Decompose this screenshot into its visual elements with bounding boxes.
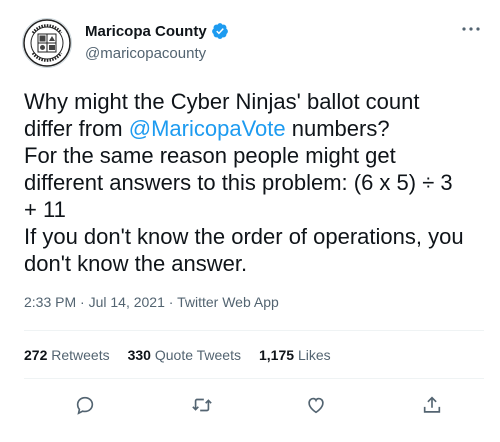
tweet-line: don't know the answer. <box>24 250 494 277</box>
retweet-icon <box>192 398 212 412</box>
share-icon <box>423 396 441 413</box>
tweet-text-segment: If you don't know the order of operation… <box>24 224 464 249</box>
retweet-button[interactable] <box>189 392 215 418</box>
retweets-count: 272 <box>24 347 48 363</box>
likes-label: Likes <box>297 347 331 363</box>
tweet-stats: 272 Retweets 330 Quote Tweets 1,175 Like… <box>24 347 331 363</box>
name-row: Maricopa County <box>85 22 229 40</box>
retweets-stat[interactable]: 272 Retweets <box>24 347 110 363</box>
tweet-source[interactable]: Twitter Web App <box>177 294 279 310</box>
tweet-date[interactable]: Jul 14, 2021 <box>89 294 165 310</box>
reply-button[interactable] <box>72 392 98 418</box>
county-seal-icon <box>23 19 71 67</box>
tweet-actions <box>0 382 500 428</box>
meta-separator: · <box>76 294 89 310</box>
tweet-timestamp[interactable]: 2:33 PM <box>24 294 76 310</box>
tweet-text-segment: + 11 <box>24 197 66 222</box>
quote-tweets-label: Quote Tweets <box>154 347 241 363</box>
avatar[interactable] <box>22 18 72 68</box>
tweet-text-segment: Why might the Cyber Ninjas' ballot count <box>24 89 420 114</box>
tweet-text-segment: don't know the answer. <box>24 251 248 276</box>
retweets-label: Retweets <box>51 347 110 363</box>
tweet-meta: 2:33 PM · Jul 14, 2021 · Twitter Web App <box>24 294 279 310</box>
like-button[interactable] <box>303 392 329 418</box>
quote-tweets-stat[interactable]: 330 Quote Tweets <box>128 347 241 363</box>
heart-icon <box>308 397 324 414</box>
likes-stat[interactable]: 1,175 Likes <box>259 347 331 363</box>
divider <box>24 330 484 331</box>
more-options-icon[interactable] <box>460 22 482 36</box>
tweet-text-segment: numbers? <box>285 116 390 141</box>
mention-link[interactable]: @MaricopaVote <box>129 116 286 141</box>
likes-count: 1,175 <box>259 347 295 363</box>
meta-separator: · <box>164 294 178 310</box>
tweet-text-segment: For the same reason people might get <box>24 143 396 168</box>
tweet-line: different answers to this problem: (6 x … <box>24 169 494 196</box>
tweet-text-segment: differ from <box>24 116 129 141</box>
tweet-line: differ from @MaricopaVote numbers? <box>24 115 494 142</box>
divider <box>24 378 484 379</box>
tweet-line: If you don't know the order of operation… <box>24 223 494 250</box>
reply-icon <box>76 396 94 415</box>
account-handle[interactable]: @maricopacounty <box>85 45 206 62</box>
tweet-text-segment: different answers to this problem: (6 x … <box>24 170 453 195</box>
tweet-text: Why might the Cyber Ninjas' ballot count… <box>24 88 494 277</box>
share-button[interactable] <box>419 392 445 418</box>
tweet-card: Maricopa County @maricopacounty Why migh… <box>0 0 500 442</box>
quote-tweets-count: 330 <box>127 347 151 363</box>
tweet-line: Why might the Cyber Ninjas' ballot count <box>24 88 494 115</box>
verified-badge-icon <box>211 23 228 39</box>
tweet-line: For the same reason people might get <box>24 142 494 169</box>
display-name[interactable]: Maricopa County <box>85 23 207 40</box>
tweet-line: + 11 <box>24 196 494 223</box>
